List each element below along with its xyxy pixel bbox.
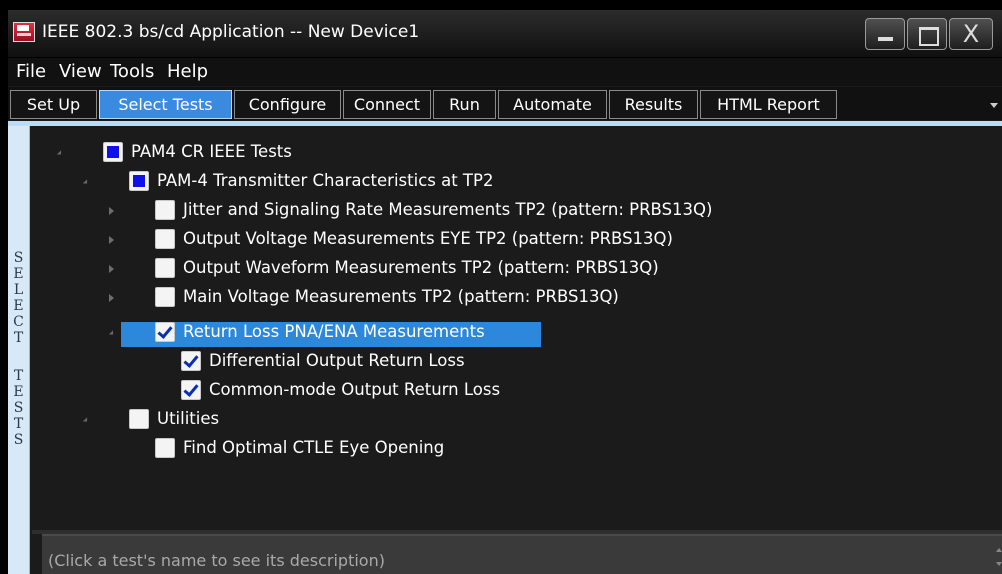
checkbox-checked[interactable] <box>181 351 201 371</box>
sidebar-letter: S <box>13 250 24 266</box>
sidebar-letter: T <box>13 416 24 432</box>
title-bar[interactable]: IEEE 802.3 bs/cd Application -- New Devi… <box>8 10 1002 58</box>
tree-node-label: Output Waveform Measurements TP2 (patter… <box>183 258 659 277</box>
tree-node-label: Return Loss PNA/ENA Measurements <box>183 322 485 341</box>
menu-bar: File View Tools Help <box>8 58 1002 86</box>
maximize-icon <box>919 27 939 46</box>
sidebar-letter: S <box>13 432 24 448</box>
menu-file[interactable]: File <box>16 61 46 82</box>
tree-node-label: PAM-4 Transmitter Characteristics at TP2 <box>157 171 494 190</box>
tab-select-tests[interactable]: Select Tests <box>99 90 232 119</box>
checkbox-unchecked[interactable] <box>155 229 175 249</box>
checkbox-unchecked[interactable] <box>155 258 175 278</box>
expander-collapsed-icon[interactable] <box>109 236 114 244</box>
expander-open-icon[interactable] <box>56 150 64 157</box>
checkbox-unchecked[interactable] <box>155 200 175 220</box>
tree-node-label: Common-mode Output Return Loss <box>209 380 501 399</box>
scroll-down-icon[interactable] <box>996 562 1002 566</box>
tab-run[interactable]: Run <box>433 90 496 119</box>
checkbox-unchecked[interactable] <box>155 287 175 307</box>
tree-node-label: Output Voltage Measurements EYE TP2 (pat… <box>183 229 673 248</box>
tab-bar: Set Up Select Tests Configure Connect Ru… <box>8 87 1002 120</box>
sidebar-letter: T <box>13 330 24 346</box>
sidebar-letter: S <box>13 400 24 416</box>
minimize-icon <box>878 37 893 41</box>
expander-open-icon[interactable] <box>82 179 90 186</box>
maximize-button[interactable] <box>907 18 947 50</box>
tab-html-report[interactable]: HTML Report <box>700 90 837 119</box>
tab-overflow-arrow-icon[interactable] <box>990 103 998 108</box>
close-icon: X <box>962 20 980 48</box>
sidebar-letter: E <box>13 384 24 400</box>
minimize-button[interactable] <box>865 18 905 50</box>
close-button[interactable]: X <box>949 18 993 50</box>
expander-collapsed-icon[interactable] <box>109 265 114 273</box>
tree-node-label: Main Voltage Measurements TP2 (pattern: … <box>183 287 619 306</box>
checkbox-partial[interactable] <box>103 142 123 162</box>
tab-connect[interactable]: Connect <box>343 90 431 119</box>
sidebar-letter: T <box>13 368 24 384</box>
tab-automate[interactable]: Automate <box>498 90 607 119</box>
tab-set-up[interactable]: Set Up <box>10 90 97 119</box>
tree-node-label: Differential Output Return Loss <box>209 351 465 370</box>
app-window: IEEE 802.3 bs/cd Application -- New Devi… <box>8 10 1002 574</box>
sidebar-letter: L <box>13 282 24 298</box>
scroll-up-icon[interactable] <box>996 548 1002 552</box>
description-panel: (Click a test's name to see its descript… <box>42 534 1002 574</box>
sidebar-letter: E <box>13 266 24 282</box>
tab-results[interactable]: Results <box>609 90 698 119</box>
expander-open-icon[interactable] <box>82 417 90 424</box>
menu-tools[interactable]: Tools <box>110 61 154 82</box>
sidebar-letter: E <box>13 298 24 314</box>
checkbox-checked[interactable] <box>181 380 201 400</box>
sidebar-letter: C <box>13 314 24 330</box>
checkbox-unchecked[interactable] <box>155 438 175 458</box>
expander-collapsed-icon[interactable] <box>109 294 114 302</box>
checkbox-unchecked[interactable] <box>129 409 149 429</box>
select-tests-sidebar: SELECTTESTS <box>8 126 30 574</box>
expander-collapsed-icon[interactable] <box>109 207 114 215</box>
tab-configure[interactable]: Configure <box>234 90 341 119</box>
checkbox-checked[interactable] <box>155 322 175 342</box>
expander-open-icon[interactable] <box>108 330 116 337</box>
window-title: IEEE 802.3 bs/cd Application -- New Devi… <box>42 22 420 42</box>
checkbox-partial[interactable] <box>129 171 149 191</box>
menu-view[interactable]: View <box>59 61 102 82</box>
menu-help[interactable]: Help <box>167 61 208 82</box>
test-tree: PAM4 CR IEEE Tests PAM-4 Transmitter Cha… <box>32 126 1002 530</box>
app-icon[interactable] <box>13 22 35 42</box>
tree-node-label: PAM4 CR IEEE Tests <box>131 142 292 161</box>
tree-node-label: Jitter and Signaling Rate Measurements T… <box>183 200 713 219</box>
tree-node-label: Find Optimal CTLE Eye Opening <box>183 438 445 457</box>
description-text: (Click a test's name to see its descript… <box>48 551 385 570</box>
tree-node-label: Utilities <box>157 409 220 428</box>
